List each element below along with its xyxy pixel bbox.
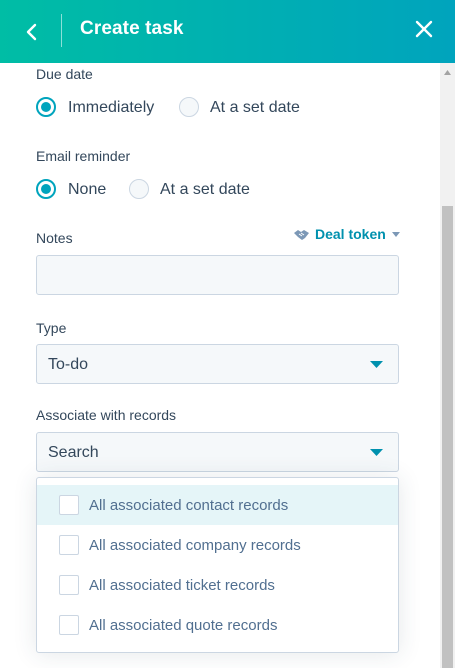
caret-down-icon: [391, 231, 400, 237]
page-title: Create task: [80, 18, 184, 39]
option-label: All associated ticket records: [89, 577, 275, 594]
type-select[interactable]: To-do: [36, 344, 399, 384]
email-reminder-label: Email reminder: [36, 148, 131, 164]
deal-token-label[interactable]: Deal token: [315, 226, 386, 242]
header-divider: [61, 14, 62, 47]
type-label: Type: [36, 320, 67, 336]
close-icon: [415, 20, 433, 38]
option-quote-records[interactable]: All associated quote records: [37, 605, 398, 645]
back-button[interactable]: [16, 16, 48, 48]
option-label: All associated quote records: [89, 617, 278, 634]
due-date-immediately-radio[interactable]: [36, 97, 56, 117]
due-date-label: Due date: [36, 66, 93, 82]
scroll-up-arrow-icon[interactable]: [443, 68, 452, 77]
due-date-immediately-label[interactable]: Immediately: [68, 99, 154, 117]
associate-records-label: Associate with records: [36, 407, 177, 423]
caret-down-icon: [370, 449, 383, 456]
deal-token-dropdown[interactable]: Deal token: [293, 226, 400, 242]
email-reminder-none-radio[interactable]: [36, 179, 56, 199]
scrollbar-thumb[interactable]: [442, 206, 453, 668]
chevron-left-icon: [26, 23, 37, 41]
email-reminder-set-date-label[interactable]: At a set date: [160, 181, 250, 199]
notes-input[interactable]: [36, 255, 399, 295]
option-label: All associated company records: [89, 537, 301, 554]
option-label: All associated contact records: [89, 497, 289, 514]
option-checkbox[interactable]: [59, 615, 79, 635]
due-date-set-date-radio[interactable]: [179, 97, 199, 117]
caret-down-icon: [370, 361, 383, 368]
associate-search-placeholder: Search: [48, 444, 99, 461]
type-select-value: To-do: [48, 356, 89, 373]
modal-header: Create task: [0, 0, 455, 63]
due-date-set-date-label[interactable]: At a set date: [210, 99, 300, 117]
option-ticket-records[interactable]: All associated ticket records: [37, 565, 398, 605]
close-button[interactable]: [409, 14, 439, 44]
email-reminder-none-label[interactable]: None: [68, 181, 106, 199]
email-reminder-set-date-radio[interactable]: [129, 179, 149, 199]
option-company-records[interactable]: All associated company records: [37, 525, 398, 565]
associate-search-select[interactable]: Search: [36, 432, 399, 472]
option-contact-records[interactable]: All associated contact records: [37, 485, 398, 525]
option-checkbox[interactable]: [59, 575, 79, 595]
handshake-icon: [294, 229, 309, 240]
notes-label: Notes: [36, 230, 73, 246]
option-checkbox[interactable]: [59, 495, 79, 515]
associate-records-dropdown: All associated contact records All assoc…: [36, 477, 399, 653]
option-checkbox[interactable]: [59, 535, 79, 555]
vertical-scrollbar[interactable]: [440, 63, 455, 668]
